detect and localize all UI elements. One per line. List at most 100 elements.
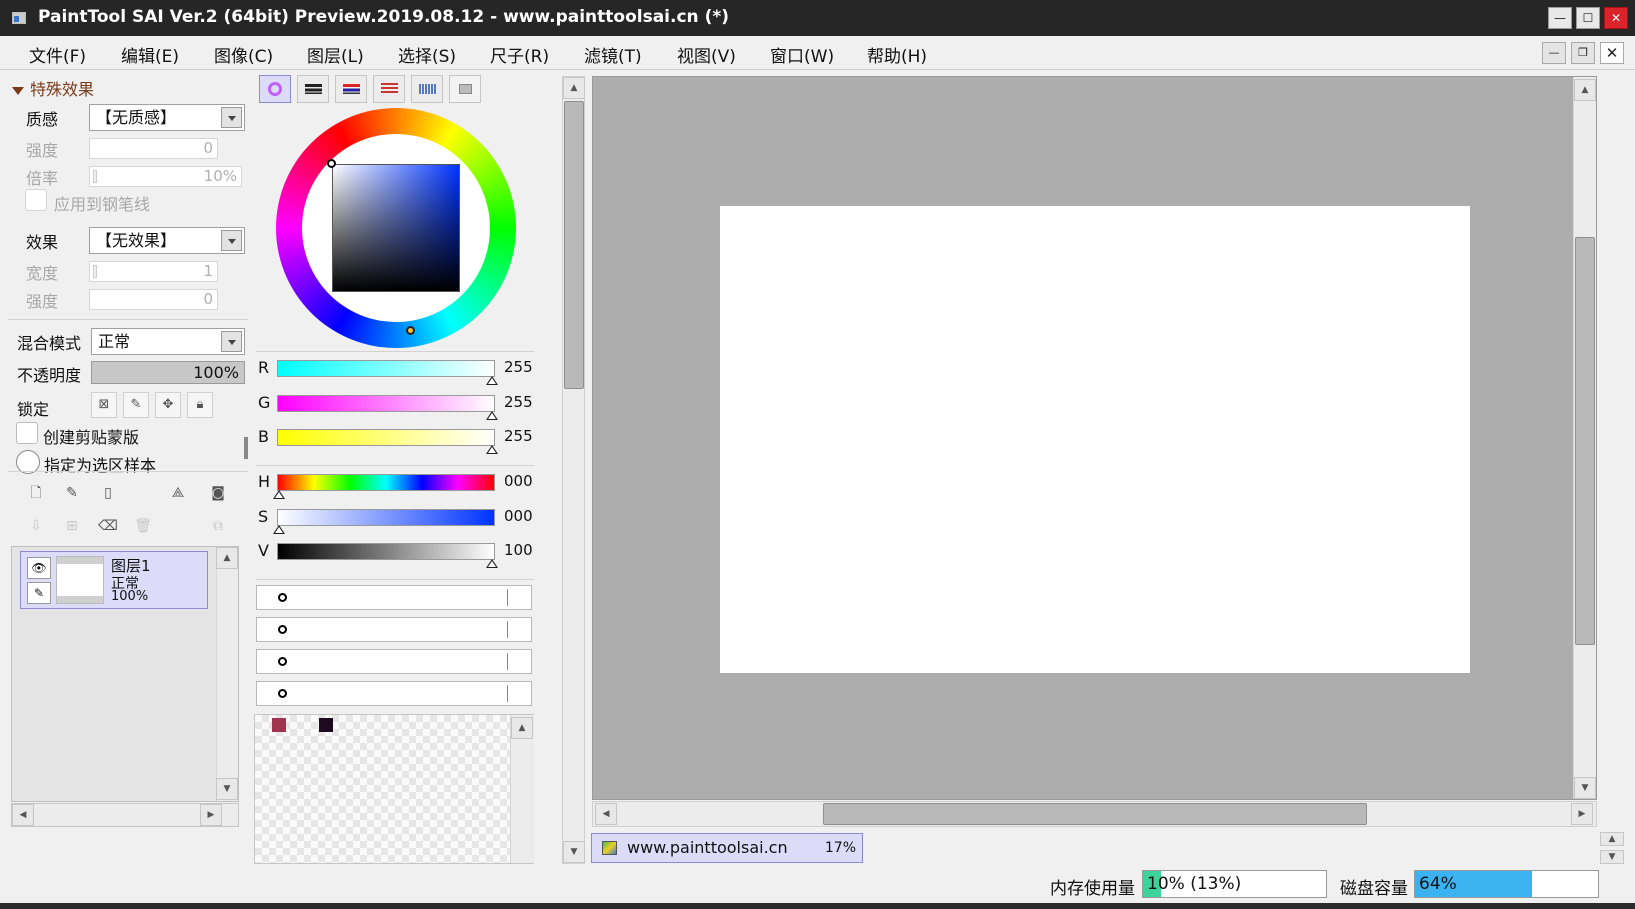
eye-icon[interactable]: 👁︎ xyxy=(27,557,51,579)
sv-marker-icon[interactable] xyxy=(327,159,336,168)
texture-dropdown[interactable]: 【无质感】 xyxy=(89,104,245,131)
menu-view[interactable]: 视图(V) xyxy=(677,42,736,67)
value-bar[interactable] xyxy=(277,543,495,560)
tab-scroll-up-icon[interactable]: ▲ xyxy=(1600,832,1624,846)
scroll-up-icon[interactable]: ▲ xyxy=(563,77,585,99)
menu-edit[interactable]: 编辑(E) xyxy=(121,42,179,67)
menu-file[interactable]: 文件(F) xyxy=(29,42,86,67)
saturation-slider-handle[interactable] xyxy=(273,525,285,534)
blue-slider[interactable]: B 255 xyxy=(256,424,541,454)
special-effects-header[interactable]: 特殊效果 xyxy=(12,76,94,100)
scroll-down-icon[interactable]: ▼ xyxy=(216,778,238,800)
layer-list-vertical-scrollbar[interactable]: ▲ ▼ xyxy=(216,547,238,801)
width-field[interactable]: 1 xyxy=(89,261,218,282)
scroll-up-icon[interactable]: ▲ xyxy=(1574,79,1596,101)
color-wheel-tab-icon[interactable] xyxy=(259,75,291,103)
color-wheel[interactable] xyxy=(276,108,516,348)
merge-group-icon[interactable]: ⧉ xyxy=(207,515,229,537)
layer-mask-icon[interactable]: ◙ xyxy=(207,482,229,504)
clipping-mask-checkbox[interactable] xyxy=(16,422,38,444)
value-slider[interactable]: V 100 xyxy=(256,538,541,568)
saturation-bar[interactable] xyxy=(277,509,495,526)
rgb-slider-tab-icon[interactable] xyxy=(297,75,329,103)
swatch-tab-icon[interactable] xyxy=(411,75,443,103)
canvas-paper[interactable] xyxy=(720,206,1470,673)
panel-splitter-handle[interactable] xyxy=(244,437,248,459)
close-button[interactable]: ✕ xyxy=(1604,7,1628,29)
opacity-slider[interactable]: 100% xyxy=(91,361,245,384)
canvas-horizontal-scrollbar[interactable]: ◀ ▶ xyxy=(592,801,1597,827)
hue-marker-icon[interactable] xyxy=(406,326,415,335)
scroll-right-icon[interactable]: ▶ xyxy=(200,804,222,826)
hue-slider-handle[interactable] xyxy=(273,490,285,499)
scroll-left-icon[interactable]: ◀ xyxy=(595,803,617,825)
blend-mode-dropdown[interactable]: 正常 xyxy=(91,328,245,355)
blue-slider-handle[interactable] xyxy=(486,445,498,454)
doc-minimize-button[interactable]: — xyxy=(1542,42,1566,64)
slider-knob-icon[interactable] xyxy=(278,689,287,698)
swatch-scrollbar[interactable]: ▲ xyxy=(510,715,534,863)
blue-bar[interactable] xyxy=(277,429,495,446)
tab-scroll-down-icon[interactable]: ▼ xyxy=(1600,850,1624,864)
scroll-right-icon[interactable]: ▶ xyxy=(1571,803,1593,825)
rate-field[interactable]: 10% xyxy=(89,166,242,187)
strength-field[interactable]: 0 xyxy=(89,138,218,159)
new-folder-icon[interactable]: ▯ xyxy=(97,482,119,504)
menu-select[interactable]: 选择(S) xyxy=(398,42,456,67)
saturation-value-square[interactable] xyxy=(332,164,460,292)
hue-slider[interactable]: H 000 xyxy=(256,469,541,499)
slider-knob-icon[interactable] xyxy=(278,625,287,634)
layer-item[interactable]: 👁︎ ✎ 图层1 正常 100% xyxy=(20,551,208,609)
lock-all-icon[interactable]: 🔒︎ xyxy=(187,392,213,418)
scroll-up-icon[interactable]: ▲ xyxy=(216,547,238,569)
red-slider[interactable]: R 255 xyxy=(256,355,541,385)
green-slider-handle[interactable] xyxy=(486,411,498,420)
scratchpad-tab-icon[interactable] xyxy=(449,75,481,103)
red-bar[interactable] xyxy=(277,360,495,377)
hue-bar[interactable] xyxy=(277,474,495,491)
menu-image[interactable]: 图像(C) xyxy=(214,42,273,67)
menu-filter[interactable]: 滤镜(T) xyxy=(584,42,642,67)
swatch-palette[interactable]: ▲ xyxy=(254,714,534,864)
delete-layer-icon[interactable]: 🗑︎ xyxy=(132,515,154,537)
panel-vertical-scrollbar[interactable]: ▲ ▼ xyxy=(562,76,585,864)
menu-ruler[interactable]: 尺子(R) xyxy=(490,42,549,67)
menu-help[interactable]: 帮助(H) xyxy=(867,42,927,67)
hsv-slider-tab-icon[interactable] xyxy=(335,75,367,103)
add-to-folder-icon[interactable]: ⊞ xyxy=(61,515,83,537)
pencil-icon[interactable]: ✎ xyxy=(27,582,51,604)
effect-dropdown[interactable]: 【无效果】 xyxy=(89,227,245,254)
scroll-down-icon[interactable]: ▼ xyxy=(1574,777,1596,799)
brush-size-slider-3[interactable] xyxy=(256,649,532,674)
scroll-down-icon[interactable]: ▼ xyxy=(563,841,585,863)
color-mix-tab-icon[interactable] xyxy=(373,75,405,103)
doc-close-button[interactable]: ✕ xyxy=(1600,42,1624,64)
layer-effect-icon[interactable]: ⟁ xyxy=(167,482,189,504)
brush-size-slider-2[interactable] xyxy=(256,617,532,642)
doc-restore-button[interactable]: ❐ xyxy=(1571,42,1595,64)
scrollbar-thumb[interactable] xyxy=(1575,237,1595,645)
menu-window[interactable]: 窗口(W) xyxy=(770,42,834,67)
lock-move-icon[interactable]: ✥ xyxy=(155,392,181,418)
slider-knob-icon[interactable] xyxy=(278,593,287,602)
lock-transparency-icon[interactable]: ⊠ xyxy=(91,392,117,418)
green-bar[interactable] xyxy=(277,395,495,412)
canvas-viewport[interactable]: ▲ ▼ xyxy=(592,76,1597,800)
color-swatch[interactable] xyxy=(272,718,286,732)
value-slider-handle[interactable] xyxy=(486,559,498,568)
brush-size-slider-1[interactable] xyxy=(256,585,532,610)
merge-down-icon[interactable]: ⇩ xyxy=(25,515,47,537)
clear-layer-icon[interactable]: ⌫ xyxy=(97,515,119,537)
document-tab[interactable]: www.painttoolsai.cn 17% xyxy=(591,833,863,863)
maximize-button[interactable]: ☐ xyxy=(1576,7,1600,29)
brush-size-slider-4[interactable] xyxy=(256,681,532,706)
minimize-button[interactable]: — xyxy=(1548,7,1572,29)
effect-strength-field[interactable]: 0 xyxy=(89,289,218,310)
saturation-slider[interactable]: S 000 xyxy=(256,504,541,534)
scroll-up-icon[interactable]: ▲ xyxy=(511,717,533,739)
green-slider[interactable]: G 255 xyxy=(256,390,541,420)
lock-paint-icon[interactable]: ✎ xyxy=(123,392,149,418)
color-swatch[interactable] xyxy=(319,718,333,732)
new-layer-icon[interactable]: 🗋︎ xyxy=(25,482,47,504)
canvas-vertical-scrollbar[interactable]: ▲ ▼ xyxy=(1573,77,1596,799)
